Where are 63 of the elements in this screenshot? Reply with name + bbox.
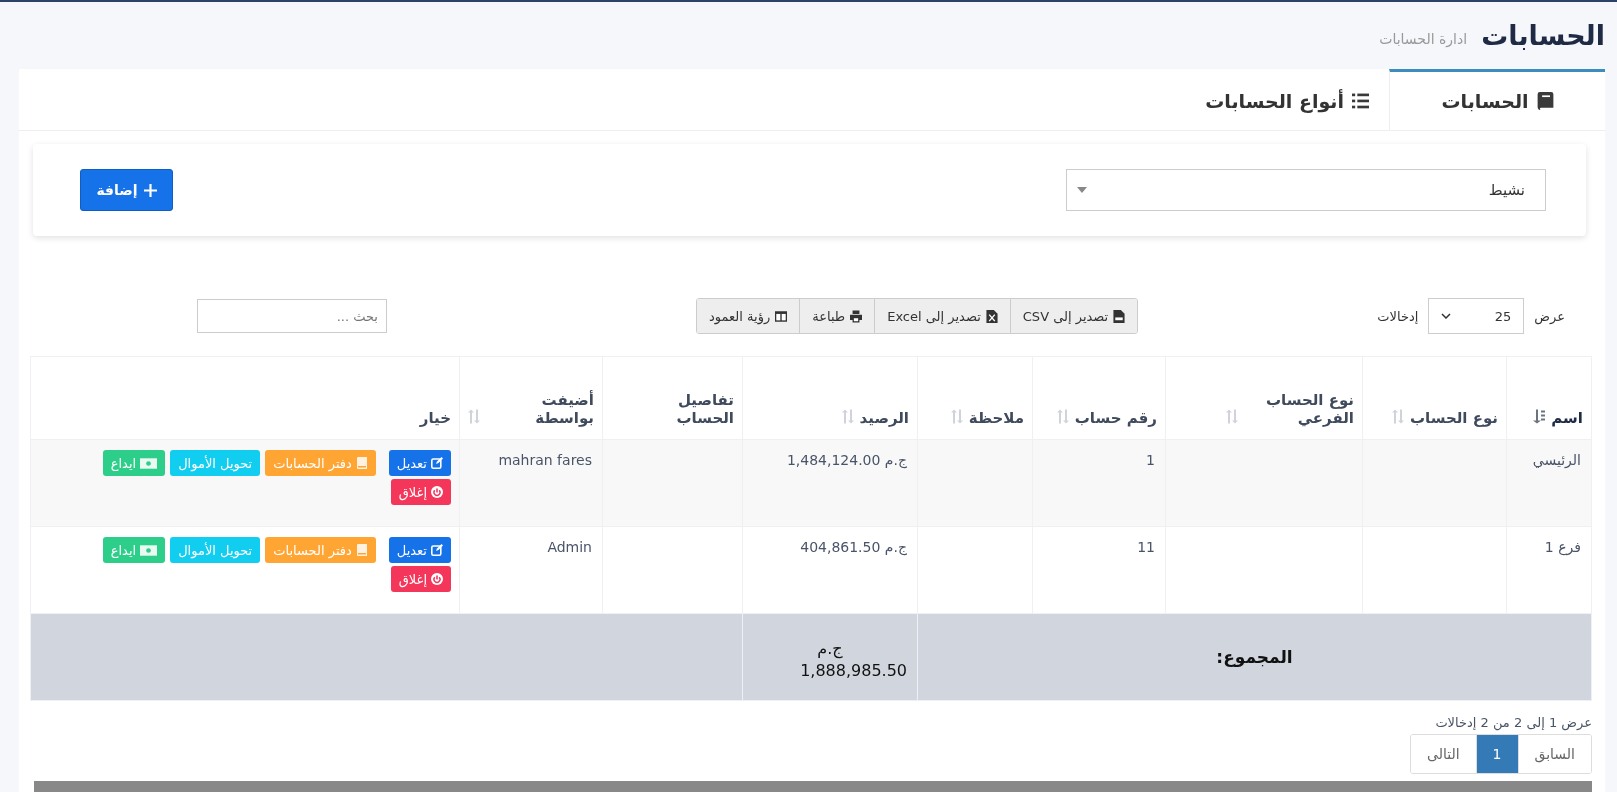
edit-icon — [431, 544, 443, 556]
page-button[interactable]: 1 — [1475, 735, 1518, 773]
column-header[interactable]: نوع الحساب الفرعي — [1165, 356, 1363, 440]
add-button[interactable]: إضافة — [80, 169, 173, 211]
export-button[interactable]: رؤية العمود — [697, 299, 800, 333]
table-cell: 1 — [1032, 439, 1166, 527]
show-label: عرض — [1534, 308, 1565, 324]
plus-icon — [143, 183, 157, 197]
column-header[interactable]: اسم — [1506, 356, 1592, 440]
action-button[interactable]: إغلاق — [390, 566, 451, 592]
table-cell: ج.م 404,861.50 — [742, 526, 918, 614]
sort-icon — [1391, 409, 1404, 424]
power-icon — [431, 486, 443, 498]
total-label: المجموع: — [917, 613, 1592, 701]
page-subtitle: ادارة الحسابات — [1379, 30, 1468, 47]
entries-info: عرض 1 إلى 2 من 2 إدخالات — [1435, 715, 1592, 730]
edit-icon — [431, 457, 443, 469]
excel-file-icon — [985, 309, 998, 323]
power-icon — [431, 573, 443, 585]
action-button[interactable]: إغلاق — [390, 479, 451, 505]
sort-icon — [1533, 409, 1546, 424]
column-header[interactable]: أضيفت بواسطة — [459, 356, 603, 440]
table-cell: Admin — [459, 526, 603, 614]
banknote-icon — [140, 544, 158, 556]
printer-icon — [850, 309, 863, 323]
columns-icon — [775, 309, 788, 323]
sort-icon — [1056, 409, 1069, 424]
action-button[interactable]: تعديل — [388, 537, 451, 563]
sort-icon — [468, 409, 480, 424]
search-field[interactable]: بحث ... — [197, 299, 387, 333]
column-header[interactable]: خيار — [30, 356, 460, 440]
export-button[interactable]: طباعة — [799, 299, 875, 333]
action-button[interactable]: تعديل — [388, 450, 451, 476]
export-button[interactable]: تصدير إلى CSV — [1009, 299, 1138, 333]
export-button[interactable]: تصدير إلى Excel — [874, 299, 1010, 333]
book-icon — [355, 457, 368, 469]
list-icon — [1352, 92, 1369, 110]
entries-select[interactable]: 25 — [1428, 298, 1525, 334]
column-header[interactable]: رقم حساب — [1032, 356, 1166, 440]
table-cell: ج.م 1,484,124.00 — [742, 439, 918, 527]
table-cell: mahran fares — [459, 439, 603, 527]
page-button[interactable]: السابق — [1517, 735, 1591, 773]
book-icon — [1536, 92, 1554, 110]
column-header[interactable]: الرصيد — [742, 356, 918, 440]
table-cell: 11 — [1032, 526, 1166, 614]
sort-icon — [950, 409, 963, 424]
entries-label: إدخالات — [1377, 308, 1419, 324]
book-icon — [355, 544, 368, 556]
chevron-icon — [1441, 313, 1452, 319]
sort-icon — [1226, 409, 1238, 424]
table-cell: فرع 1 — [1506, 526, 1592, 614]
tab[interactable]: الحسابات — [1389, 69, 1605, 130]
column-header[interactable]: تفاصيل الحساب — [602, 356, 743, 440]
file-icon — [1113, 309, 1126, 323]
table-cell: الرئيسي — [1506, 439, 1592, 527]
column-header[interactable]: ملاحظة — [917, 356, 1033, 440]
column-header[interactable]: نوع الحساب — [1362, 356, 1507, 440]
sort-icon — [841, 409, 854, 424]
caret-icon — [1077, 187, 1087, 193]
page-title: الحسابات — [1481, 20, 1605, 51]
tab[interactable]: أنواع الحسابات — [1185, 69, 1389, 130]
status-select[interactable]: نشيط — [1066, 169, 1546, 211]
banknote-icon — [140, 457, 158, 469]
